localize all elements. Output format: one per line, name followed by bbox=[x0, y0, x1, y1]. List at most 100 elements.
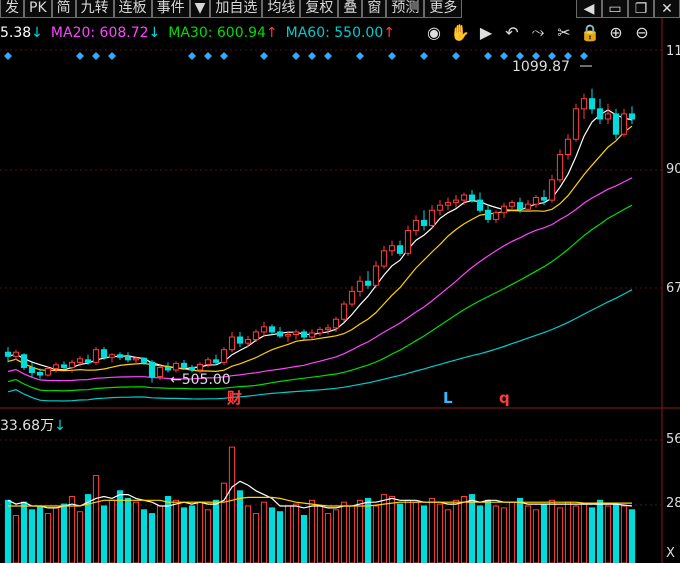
volume-bar-38 bbox=[308, 499, 316, 563]
candle-body-35 bbox=[284, 333, 292, 337]
candle-body-17 bbox=[140, 357, 148, 363]
candle-body-15 bbox=[124, 356, 132, 361]
volume-bar-52 bbox=[420, 505, 428, 563]
low-price-label: ←505.00 bbox=[170, 372, 231, 388]
volume-bar-36 bbox=[292, 503, 300, 563]
signal-marker-10 bbox=[324, 52, 332, 60]
volume-bar-76 bbox=[612, 503, 620, 563]
candle-body-77 bbox=[620, 113, 628, 135]
candle-body-1 bbox=[12, 351, 20, 357]
event-l: L bbox=[443, 389, 453, 407]
candle-body-12 bbox=[100, 349, 108, 358]
volume-bar-9 bbox=[76, 511, 84, 563]
candle-body-76 bbox=[612, 113, 620, 135]
candle-body-25 bbox=[204, 359, 212, 365]
candle-body-20 bbox=[164, 366, 172, 371]
volume-bar-46 bbox=[372, 505, 380, 563]
volume-bar-16 bbox=[132, 501, 140, 563]
candle-body-38 bbox=[308, 332, 316, 338]
volume-bar-71 bbox=[572, 505, 580, 563]
volume-axis-top: 56 bbox=[666, 432, 680, 447]
candle-body-27 bbox=[220, 349, 228, 363]
volume-bar-60 bbox=[484, 499, 492, 563]
kline-chart[interactable]: 1099.87 ←505.00财 Lq bbox=[0, 0, 680, 563]
volume-bar-25 bbox=[204, 509, 212, 563]
volume-bar-41 bbox=[332, 509, 340, 563]
candle-body-36 bbox=[292, 331, 300, 335]
candle-body-73 bbox=[588, 98, 596, 110]
candle-body-51 bbox=[412, 219, 420, 232]
volume-bar-43 bbox=[348, 505, 356, 563]
candle-body-44 bbox=[356, 280, 364, 292]
volume-bar-2 bbox=[20, 501, 28, 563]
candle-body-40 bbox=[324, 327, 332, 330]
candle-body-16 bbox=[132, 357, 140, 361]
volume-bar-55 bbox=[444, 509, 452, 563]
volume-bar-12 bbox=[100, 505, 108, 563]
candle-body-60 bbox=[484, 209, 492, 220]
candle-body-32 bbox=[260, 326, 268, 333]
candle-body-9 bbox=[76, 358, 84, 363]
candle-body-70 bbox=[564, 138, 572, 155]
volume-bar-51 bbox=[412, 501, 420, 563]
price-axis-low: 67 bbox=[666, 281, 680, 296]
volume-bar-59 bbox=[476, 505, 484, 563]
signal-marker-16 bbox=[500, 52, 508, 60]
ma60-line bbox=[7, 289, 633, 402]
volume-bar-74 bbox=[596, 499, 604, 563]
candle-body-13 bbox=[108, 354, 116, 358]
candle-body-2 bbox=[20, 354, 28, 368]
volume-bar-22 bbox=[180, 507, 188, 563]
candle-body-28 bbox=[228, 336, 236, 351]
volume-bar-26 bbox=[212, 499, 220, 563]
candle-body-52 bbox=[420, 219, 428, 226]
candle-body-26 bbox=[212, 359, 220, 363]
candle-body-56 bbox=[452, 199, 460, 204]
volume-bar-40 bbox=[324, 513, 332, 563]
candle-body-67 bbox=[540, 197, 548, 201]
candle-body-21 bbox=[172, 362, 180, 371]
volume-bar-32 bbox=[260, 501, 268, 563]
candle-body-58 bbox=[468, 194, 476, 201]
volume-bar-56 bbox=[452, 499, 460, 563]
candle-body-65 bbox=[524, 203, 532, 210]
volume-bar-13 bbox=[108, 499, 116, 563]
signal-marker-6 bbox=[220, 52, 228, 60]
candle-body-54 bbox=[436, 204, 444, 211]
volume-bar-78 bbox=[628, 509, 636, 563]
candle-body-68 bbox=[548, 179, 556, 201]
volume-bar-14 bbox=[116, 490, 124, 563]
candle-body-42 bbox=[340, 303, 348, 320]
candle-body-57 bbox=[460, 194, 468, 201]
signal-marker-5 bbox=[204, 52, 212, 60]
volume-bar-24 bbox=[196, 501, 204, 563]
volume-bar-15 bbox=[124, 497, 132, 563]
volume-bar-0 bbox=[4, 499, 12, 563]
volume-bar-27 bbox=[220, 482, 228, 563]
candle-body-22 bbox=[180, 362, 188, 368]
volume-bar-23 bbox=[188, 505, 196, 563]
price-axis-mid: 90 bbox=[666, 162, 680, 177]
volume-bar-61 bbox=[492, 505, 500, 563]
event-q: q bbox=[499, 389, 510, 407]
volume-bar-29 bbox=[236, 490, 244, 563]
candle-body-11 bbox=[92, 349, 100, 363]
volume-bar-63 bbox=[508, 501, 516, 563]
candle-body-18 bbox=[148, 361, 156, 378]
candle-body-61 bbox=[492, 212, 500, 220]
volume-bar-42 bbox=[340, 501, 348, 563]
volume-bar-17 bbox=[140, 509, 148, 563]
volume-bar-1 bbox=[12, 515, 20, 563]
volume-bar-28 bbox=[228, 446, 236, 563]
signal-marker-7 bbox=[260, 52, 268, 60]
candle-body-62 bbox=[500, 205, 508, 214]
volume-bar-45 bbox=[364, 497, 372, 563]
signal-marker-12 bbox=[388, 52, 396, 60]
volume-bar-44 bbox=[356, 499, 364, 563]
candle-body-43 bbox=[348, 290, 356, 305]
candle-body-4 bbox=[36, 372, 44, 376]
volume-bar-48 bbox=[388, 496, 396, 563]
candle-body-72 bbox=[580, 98, 588, 110]
volume-bar-65 bbox=[524, 505, 532, 563]
volume-bar-39 bbox=[316, 505, 324, 563]
